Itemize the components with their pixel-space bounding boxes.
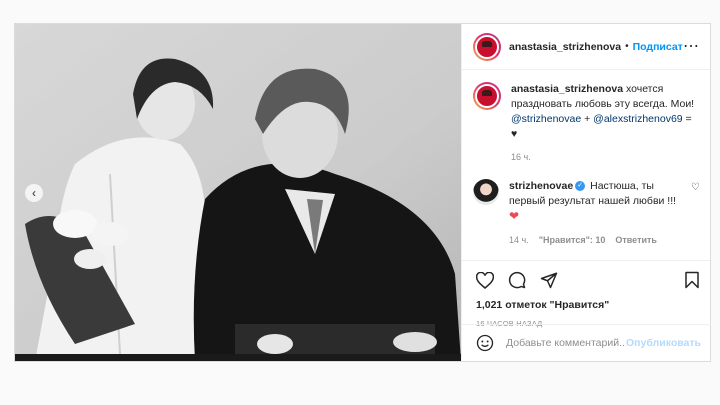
commenter-avatar[interactable]	[473, 179, 499, 205]
caption-plus: +	[581, 113, 594, 125]
comment-input[interactable]	[506, 337, 626, 349]
share-icon[interactable]	[540, 271, 558, 289]
bookmark-icon[interactable]	[684, 271, 700, 289]
chevron-left-icon: ‹	[32, 186, 36, 200]
caption-comment: anastasia_strizhenova хочется праздноват…	[473, 82, 700, 165]
more-icon[interactable]: ⋯	[683, 38, 700, 54]
post-card: ‹ anastasia_strizhenova • Подписат ⋯ ana…	[14, 23, 711, 362]
author-username[interactable]: anastasia_strizhenova	[509, 41, 621, 53]
separator-dot: •	[625, 41, 629, 52]
verified-icon: ✓	[575, 181, 586, 192]
wedding-photo-image	[15, 24, 461, 361]
comment-author[interactable]: strizhenovae	[509, 180, 573, 192]
comment-likes[interactable]: "Нравится": 10	[539, 233, 606, 248]
mention-link[interactable]: @alexstrizhenov69	[593, 113, 682, 125]
comment-like-heart-icon[interactable]: ♡	[691, 182, 700, 193]
heart-emoji: ❤	[509, 209, 520, 223]
prev-photo-button[interactable]: ‹	[25, 184, 43, 202]
comments-section: anastasia_strizhenova хочется праздноват…	[462, 70, 710, 261]
comment-icon[interactable]	[508, 271, 526, 289]
comment-time[interactable]: 14 ч.	[509, 233, 529, 248]
reply-button[interactable]: Ответить	[615, 233, 657, 248]
author-avatar[interactable]	[473, 32, 501, 61]
mention-link[interactable]: @strizhenovae	[511, 113, 581, 125]
post-sidebar: anastasia_strizhenova • Подписат ⋯ anast…	[461, 24, 711, 361]
comment-item: strizhenovae ✓ Настюша, ты первый результ…	[473, 179, 700, 248]
add-comment-bar: Опубликовать	[462, 324, 711, 361]
post-actions	[462, 261, 710, 289]
caption-author[interactable]: anastasia_strizhenova	[511, 83, 623, 95]
heart-icon[interactable]	[476, 271, 494, 289]
follow-button[interactable]: Подписат	[633, 41, 683, 53]
smile-icon[interactable]	[476, 334, 494, 352]
likes-count[interactable]: 1,021 отметок "Нравится"	[462, 289, 710, 311]
post-photo[interactable]: ‹	[15, 24, 461, 361]
publish-button[interactable]: Опубликовать	[626, 337, 701, 349]
caption-author-avatar[interactable]	[473, 82, 501, 110]
caption-time[interactable]: 16 ч.	[511, 150, 531, 165]
post-header: anastasia_strizhenova • Подписат ⋯	[462, 24, 710, 70]
